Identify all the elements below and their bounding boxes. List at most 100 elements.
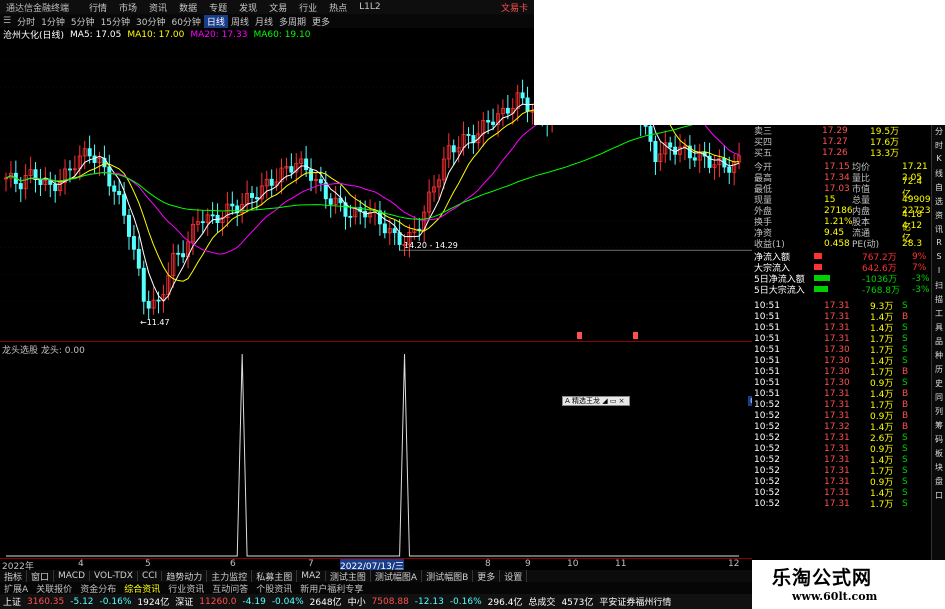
- side-icon-15[interactable]: 品: [933, 336, 945, 349]
- tick-row: 10:52 17.31 2.6万 S: [752, 432, 930, 445]
- tick-row: 10:51 17.30 0.9万 S: [752, 377, 930, 390]
- side-icon-10[interactable]: I: [933, 266, 945, 279]
- period-tab-4[interactable]: 30分钟: [133, 15, 168, 28]
- period-tab-0[interactable]: 分时: [14, 15, 38, 28]
- side-icon-21[interactable]: 筹: [933, 420, 945, 433]
- quote-value: 9.45: [824, 227, 845, 238]
- side-icon-14[interactable]: 具: [933, 322, 945, 335]
- period-tab-5[interactable]: 60分钟: [168, 15, 203, 28]
- side-icon-20[interactable]: 列: [933, 406, 945, 419]
- info-tab-7[interactable]: 新用户福利专享: [296, 582, 367, 595]
- indicator-tab-5[interactable]: 趋势动力: [162, 570, 208, 582]
- period-tab-2[interactable]: 5分钟: [68, 15, 98, 28]
- menu-item-zixun[interactable]: 资讯: [143, 1, 173, 14]
- side-icon-9[interactable]: S: [933, 252, 945, 265]
- tick-price: 17.31: [824, 399, 850, 410]
- tick-row: 10:51 17.31 1.4万 B: [752, 388, 930, 401]
- period-tab-1[interactable]: 1分钟: [38, 15, 68, 28]
- menu-item-shichang[interactable]: 市场: [113, 1, 143, 14]
- period-tab-8[interactable]: 月线: [252, 15, 276, 28]
- side-icon-25[interactable]: 盘: [933, 476, 945, 489]
- indicator-tab-9[interactable]: 测试主图: [326, 570, 371, 582]
- indicator-tab-7[interactable]: 私募主图: [252, 570, 298, 582]
- status-item-14: 296.4亿: [487, 598, 523, 608]
- period-tab-6[interactable]: 日线: [203, 14, 228, 28]
- indicator-tab-1[interactable]: 窗口: [27, 570, 55, 582]
- indicator-tab-2[interactable]: MACD: [54, 571, 91, 581]
- flow-pct: -3%: [912, 284, 930, 295]
- menu-item-l1l2[interactable]: L1L2: [353, 2, 386, 12]
- side-icon-1[interactable]: 时: [933, 140, 945, 153]
- tick-row: 10:51 17.31 1.7万 S: [752, 333, 930, 346]
- menu-item-hangqing[interactable]: 行情: [83, 1, 113, 14]
- trade-button[interactable]: 文易卡: [495, 1, 534, 14]
- status-item-11: 7508.88: [371, 596, 409, 607]
- info-tab-6[interactable]: 个股资讯: [252, 582, 296, 595]
- side-icon-2[interactable]: K: [933, 154, 945, 167]
- side-icon-18[interactable]: 史: [933, 378, 945, 391]
- side-icon-5[interactable]: 选: [933, 196, 945, 209]
- indicator-chart[interactable]: 龙头选股 龙头: 0.00 1.000.900.800.700.600.500.…: [0, 342, 782, 558]
- floating-toolbar[interactable]: A 精选王龙 ◢ ▭ ×: [562, 396, 630, 406]
- menu-item-hangye[interactable]: 行业: [293, 1, 323, 14]
- period-tab-9[interactable]: 多周期: [276, 15, 309, 28]
- side-icon-22[interactable]: 码: [933, 434, 945, 447]
- candle-body: [122, 194, 127, 216]
- indicator-tab-6[interactable]: 主力监控: [207, 570, 253, 582]
- side-icon-19[interactable]: 同: [933, 392, 945, 405]
- menu-item-zhuanti[interactable]: 专题: [203, 1, 233, 14]
- info-tab-1[interactable]: 关联报价: [32, 582, 76, 595]
- indicator-tab-8[interactable]: MA2: [297, 571, 326, 581]
- side-icon-3[interactable]: 线: [933, 168, 945, 181]
- tick-row: 10:51 17.30 1.4万 S: [752, 355, 930, 368]
- info-tab-4[interactable]: 行业资讯: [164, 582, 208, 595]
- side-icon-0[interactable]: 分: [933, 126, 945, 139]
- side-icon-8[interactable]: R: [933, 238, 945, 251]
- period-tab-7[interactable]: 周线: [228, 15, 252, 28]
- candle-body: [67, 168, 72, 171]
- side-icon-7[interactable]: 讯: [933, 224, 945, 237]
- side-icon-24[interactable]: 块: [933, 462, 945, 475]
- indicator-tab-3[interactable]: VOL-TDX: [90, 571, 138, 581]
- side-icon-26[interactable]: 口: [933, 490, 945, 503]
- side-icon-17[interactable]: 历: [933, 364, 945, 377]
- indicator-tab-4[interactable]: CCI: [138, 571, 163, 581]
- indicator-tab-0[interactable]: 指标: [0, 570, 28, 582]
- tick-side: S: [902, 355, 908, 366]
- indicator-tab-10[interactable]: 测试幅图A: [371, 570, 423, 582]
- tick-time: 10:51: [754, 333, 780, 344]
- menu-item-redian[interactable]: 热点: [323, 1, 353, 14]
- menu-icon[interactable]: ☰: [0, 16, 14, 26]
- info-tab-5[interactable]: 互动问答: [208, 582, 252, 595]
- menu-item-wenyi[interactable]: 文易: [263, 1, 293, 14]
- status-item-6: 11260.0: [199, 596, 237, 607]
- side-icon-23[interactable]: 板: [933, 448, 945, 461]
- indicator-tab-12[interactable]: 更多: [473, 570, 501, 582]
- info-tab-0[interactable]: 扩展A: [0, 582, 32, 595]
- indicator-tab-13[interactable]: 设置: [500, 570, 528, 582]
- side-icon-4[interactable]: 自: [933, 182, 945, 195]
- menu-item-faxian[interactable]: 发现: [233, 1, 263, 14]
- info-tab-3[interactable]: 综合资讯: [120, 582, 164, 595]
- candle-body: [653, 140, 658, 163]
- candle-body: [648, 125, 653, 142]
- tick-row: 10:52 17.31 1.7万 S: [752, 498, 930, 511]
- date-label-1: 4: [78, 559, 84, 569]
- candle-body: [131, 236, 136, 250]
- indicator-tab-11[interactable]: 测试幅图B: [422, 570, 474, 582]
- info-tab-bar: 扩展A 关联报价 资金分布 综合资讯 行业资讯 互动问答 个股资讯 新用户福利专享: [0, 582, 752, 594]
- quote-row: 收益(1) 0.458 PE(动) 28.3: [752, 238, 930, 251]
- info-tab-2[interactable]: 资金分布: [76, 582, 120, 595]
- quote-label: 收益(1): [754, 240, 785, 250]
- side-icon-12[interactable]: 描: [933, 294, 945, 307]
- indicator-title: 龙头选股 龙头: 0.00: [2, 346, 85, 356]
- side-icon-13[interactable]: 工: [933, 308, 945, 321]
- menu-item-shuju[interactable]: 数据: [173, 1, 203, 14]
- side-icon-6[interactable]: 资: [933, 210, 945, 223]
- date-axis: 2022年 4 5 6 7 2022/07/13/三 8 9 10 11 12: [0, 558, 752, 572]
- status-item-4: 1924亿: [137, 598, 170, 608]
- period-tab-3[interactable]: 15分钟: [98, 15, 133, 28]
- side-icon-11[interactable]: 扫: [933, 280, 945, 293]
- side-icon-16[interactable]: 种: [933, 350, 945, 363]
- period-tab-10[interactable]: 更多: [309, 15, 333, 28]
